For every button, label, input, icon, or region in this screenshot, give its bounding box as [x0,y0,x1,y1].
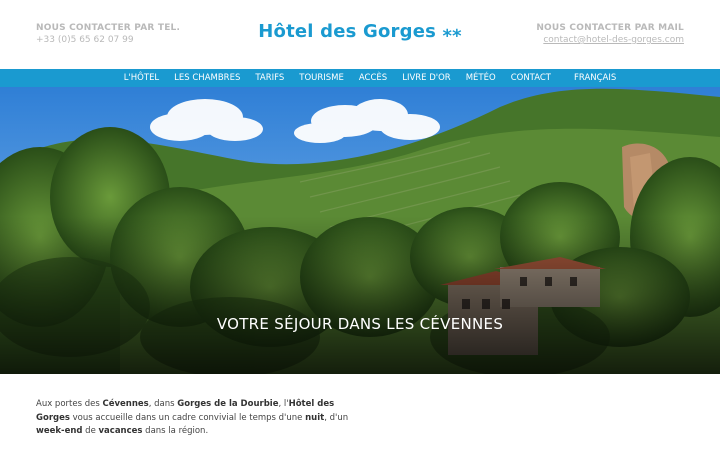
nav-item-hotel[interactable]: L'HÔTEL [116,69,166,87]
hero-caption: VOTRE SÉJOUR DANS LES CÉVENNES [216,315,504,333]
intro-text: Aux portes des Cévennes, dans Gorges de … [36,398,366,439]
intro-text-3: , l' [278,399,289,409]
mail-link[interactable]: contact@hotel-des-gorges.com [536,34,684,47]
intro-bold-cevennes: Cévennes [102,399,149,409]
nav-list: L'HÔTEL LES CHAMBRES TARIFS TOURISME ACC… [0,69,720,87]
nav-item-meteo[interactable]: MÉTÉO [458,69,503,87]
intro-text-6: de [82,426,99,436]
mail-contact: NOUS CONTACTER PAR MAIL contact@hotel-de… [536,22,684,47]
intro-text-2: , dans [148,399,178,409]
nav-item-tourisme[interactable]: TOURISME [292,69,352,87]
intro-bold-nuit: nuit [305,412,325,423]
nav-item-livre-dor[interactable]: LIVRE D'OR [395,69,459,87]
nav-item-acces[interactable]: ACCÈS [351,69,394,87]
nav-item-tarifs[interactable]: TARIFS [248,69,292,87]
hero-banner: VOTRE SÉJOUR DANS LES CÉVENNES [0,87,720,374]
intro-paragraph: Aux portes des Cévennes, dans Gorges de … [36,398,366,439]
intro-bold-weekend: week-end [36,426,83,436]
mail-label: NOUS CONTACTER PAR MAIL [536,23,684,33]
nav-item-chambres[interactable]: LES CHAMBRES [167,69,248,87]
intro-text-7: dans la région. [142,426,209,436]
intro-text-5: , d'un [324,412,349,423]
main-nav: L'HÔTEL LES CHAMBRES TARIFS TOURISME ACC… [0,69,720,87]
intro-text-1: Aux portes des [36,399,103,409]
nav-item-contact[interactable]: CONTACT [503,69,558,87]
intro-bold-vacances: vacances [98,426,143,436]
intro-text-4: vous accueille dans un cadre convivial l… [69,412,306,423]
intro-bold-gorges: Gorges de la Dourbie [177,399,279,409]
language-selector[interactable]: FRANÇAIS [567,69,624,87]
site-header: NOUS CONTACTER PAR TEL. +33 (0)5 65 62 0… [0,0,720,69]
